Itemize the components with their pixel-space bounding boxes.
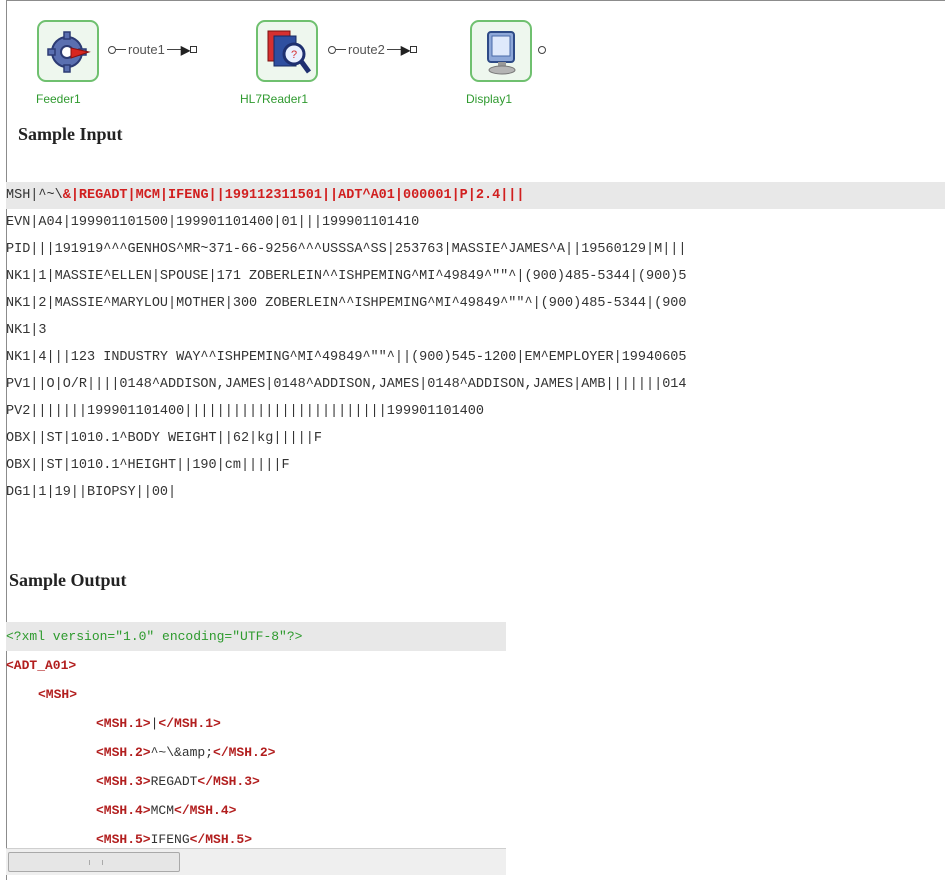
xml-msh-open: <MSH> — [38, 687, 78, 702]
input-port — [190, 46, 198, 53]
horizontal-scrollbar[interactable] — [6, 848, 506, 875]
route-route1: route1 ▶ — [108, 42, 198, 57]
hl7-line: EVN|A04|199901101500|199901101400|01|||1… — [6, 215, 420, 230]
scrollbar-thumb[interactable] — [8, 852, 180, 872]
xml-field: <MSH.3>REGADT</MSH.3> — [96, 774, 260, 789]
hl7-line: PID|||191919^^^GENHOS^MR~371-66-9256^^^U… — [6, 242, 687, 257]
hl7-line: NK1|4|||123 INDUSTRY WAY^^ISHPEMING^MI^4… — [6, 350, 687, 365]
xml-root-open: <ADT_A01> — [6, 658, 77, 673]
monitor-icon — [487, 31, 516, 75]
hl7-line-msh: MSH|^~\&|REGADT|MCM|IFENG||199112311501|… — [6, 182, 945, 209]
hl7-line: DG1|1|19||BIOPSY||00| — [6, 485, 177, 500]
route-diagram: Feeder1 route1 ▶ ? HL7Reader1 route2 ▶ D… — [0, 0, 945, 120]
hl7-line: NK1|2|MASSIE^MARYLOU|MOTHER|300 ZOBERLEI… — [6, 296, 687, 311]
node-label-feeder: Feeder1 — [36, 92, 81, 106]
feeder-node[interactable] — [37, 20, 99, 82]
route-route2: route2 ▶ — [328, 42, 418, 57]
output-port — [108, 45, 116, 54]
output-port — [328, 45, 336, 54]
hl7-line: NK1|3 — [6, 323, 47, 338]
node-label-display: Display1 — [466, 92, 513, 106]
arrow-icon: ▶ — [180, 42, 191, 57]
display-node[interactable] — [470, 20, 532, 82]
xml-output: <?xml version="1.0" encoding="UTF-8"?> <… — [6, 622, 506, 854]
output-port — [538, 46, 546, 54]
xml-declaration: <?xml version="1.0" encoding="UTF-8"?> — [6, 622, 506, 651]
hl7-line: OBX||ST|1010.1^HEIGHT||190|cm|||||F — [6, 458, 290, 473]
hl7-line: NK1|1|MASSIE^ELLEN|SPOUSE|171 ZOBERLEIN^… — [6, 269, 687, 284]
hl7-message: MSH|^~\&|REGADT|MCM|IFENG||199112311501|… — [6, 182, 945, 506]
xml-field: <MSH.1>|</MSH.1> — [96, 716, 221, 731]
hl7-line: PV1||O|O/R||||0148^ADDISON,JAMES|0148^AD… — [6, 377, 687, 392]
gear-arrow-icon — [47, 31, 91, 73]
route-label-2: route2 — [348, 42, 385, 57]
grip-icon — [89, 860, 103, 865]
node-label-hl7reader: HL7Reader1 — [240, 92, 309, 106]
hl7reader-node[interactable]: ? — [256, 20, 318, 82]
arrow-icon: ▶ — [400, 42, 411, 57]
sample-output-heading: Sample Output — [9, 570, 127, 590]
route-label-1: route1 — [128, 42, 165, 57]
hl7-line: OBX||ST|1010.1^BODY WEIGHT||62|kg|||||F — [6, 431, 322, 446]
document-magnifier-icon: ? — [267, 30, 312, 74]
hl7-line: PV2|||||||199901101400||||||||||||||||||… — [6, 404, 484, 419]
svg-text:?: ? — [291, 49, 297, 61]
xml-field: <MSH.2>^~\&amp;</MSH.2> — [96, 745, 276, 760]
sample-input-heading: Sample Input — [18, 124, 123, 144]
xml-field: <MSH.4>MCM</MSH.4> — [96, 803, 237, 818]
input-port — [410, 46, 418, 53]
